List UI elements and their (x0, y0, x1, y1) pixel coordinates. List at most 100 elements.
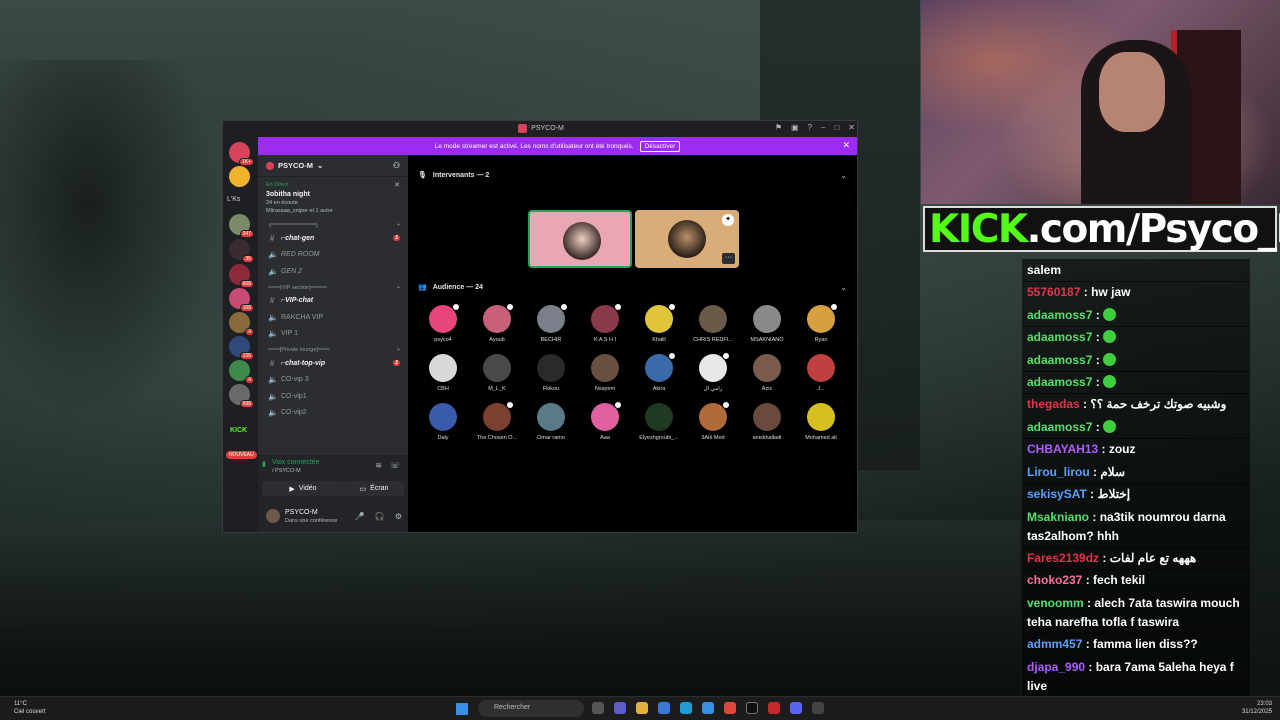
audience-member[interactable]: Elyeshgroubi_... (632, 403, 686, 441)
server-icon-9[interactable]: 598 (229, 384, 254, 408)
audience-member[interactable]: Ryan (794, 303, 848, 343)
channel-chat-gen[interactable]: # ⌐chat-gen 1 (258, 230, 408, 247)
edge-icon[interactable] (680, 702, 692, 714)
app-icon-gray[interactable] (812, 702, 824, 714)
audience-member[interactable]: 3Alé Med (686, 401, 740, 441)
server-label-lks[interactable]: L'Ks (227, 196, 240, 203)
chat-username[interactable]: Lirou_lirou (1027, 465, 1090, 479)
channel-vip-1[interactable]: 🔈 VIP 1 (258, 326, 408, 343)
audience-member[interactable]: Aaa (578, 401, 632, 441)
audience-member[interactable]: J... (794, 354, 848, 392)
category-1[interactable]: ╔═══════════╗ + (258, 217, 408, 230)
channel-gen-2[interactable]: 🔈 GEN 2 (258, 263, 408, 280)
speaker-tile-1[interactable] (528, 210, 632, 268)
chat-username[interactable]: CHBAYAH13 (1027, 442, 1098, 456)
inbox-icon[interactable]: ⚑ (775, 123, 782, 132)
add-icon[interactable]: + (397, 222, 400, 228)
close-button[interactable]: ✕ (848, 123, 855, 132)
gear-icon[interactable]: ⚙ (395, 512, 402, 521)
teams-icon[interactable] (614, 702, 626, 714)
add-icon[interactable]: + (397, 347, 400, 353)
speaker-tile-2[interactable]: ✦ ··· (635, 210, 739, 268)
audience-member[interactable]: Khalil (632, 303, 686, 343)
audience-member[interactable]: Daly (416, 403, 470, 441)
audience-member[interactable]: Omar ramo (524, 403, 578, 441)
server-label-kick[interactable]: KICK (230, 427, 247, 434)
maximize-button[interactable]: □ (834, 123, 839, 132)
server-icon-1[interactable] (229, 166, 250, 187)
server-header[interactable]: PSYCO-M ⌄ ⚇ (258, 155, 408, 177)
mail-icon[interactable] (702, 702, 714, 714)
invite-icon[interactable]: ⚇ (393, 161, 400, 170)
server-icon-8[interactable]: 4 (229, 360, 254, 384)
channel-red-room[interactable]: 🔈 RED ROOM (258, 247, 408, 264)
chat-username[interactable]: adaamoss7 (1027, 420, 1092, 434)
chat-username[interactable]: adaamoss7 (1027, 330, 1092, 344)
audience-member[interactable]: K A S H I (578, 303, 632, 343)
server-icon-4[interactable]: 608 (229, 264, 254, 288)
noise-icon[interactable]: ≋ (375, 461, 382, 470)
stage-event[interactable]: En Direct ✕ 3obitha night 24 en écoute M… (258, 177, 408, 217)
clock[interactable]: 23:03 31/12/2025 (1236, 700, 1272, 716)
audience-member[interactable]: Nsayem (578, 354, 632, 392)
chat-username[interactable]: sekisySAT (1027, 487, 1087, 501)
add-icon[interactable]: + (397, 285, 400, 291)
audience-member[interactable]: MSAKNIANO (740, 305, 794, 343)
discord-icon[interactable] (790, 702, 802, 714)
weather-widget[interactable]: 11°C Ciel couvert (14, 700, 46, 716)
chevron-down-icon[interactable]: ⌄ (840, 283, 847, 292)
channel-co-vip-1[interactable]: 🔈 CO-vip1 (258, 388, 408, 405)
chat-username[interactable]: adaamoss7 (1027, 375, 1092, 389)
chat-username[interactable]: choko237 (1027, 573, 1082, 587)
microphone-icon[interactable]: 🎤 (355, 512, 365, 521)
channel-vip-chat[interactable]: # ⌐VIP-chat (258, 293, 408, 310)
video-button[interactable]: ▶ Vidéo (262, 481, 344, 496)
channel-rakcha-vip[interactable]: 🔈 RAKCHA VIP (258, 309, 408, 326)
channel-co-vip-3[interactable]: 🔈 CO-vip 3 (258, 372, 408, 389)
chat-username[interactable]: adaamoss7 (1027, 353, 1092, 367)
more-options-icon[interactable]: ··· (722, 253, 735, 264)
channel-top-vip[interactable]: # ⌐chat-top-vip 1 (258, 355, 408, 372)
chevron-down-icon[interactable]: ⌄ (840, 171, 847, 180)
server-icon-6[interactable]: 4 (229, 312, 254, 336)
chrome-icon[interactable] (724, 702, 736, 714)
disable-streamer-button[interactable]: Désactiver (639, 140, 681, 152)
server-icon-home[interactable]: 1K+ (229, 142, 254, 166)
screen-share-button[interactable]: ▭ Écran (344, 481, 404, 496)
server-icon-3[interactable]: 35 (229, 239, 254, 263)
chat-username[interactable]: thegadas (1027, 397, 1080, 411)
audience-member[interactable]: Aziz (740, 354, 794, 392)
chat-username[interactable]: djapa_990 (1027, 660, 1085, 674)
screen-icon[interactable]: ▣ (791, 123, 799, 132)
channel-co-vip-2[interactable]: 🔈 CO-vip2 (258, 405, 408, 422)
audience-member[interactable]: رامي ال (686, 352, 740, 392)
server-icon-2[interactable]: 347 (229, 214, 254, 238)
headphones-icon[interactable]: 🎧 (375, 512, 385, 521)
audience-member[interactable]: Ayoub (470, 303, 524, 343)
avatar[interactable] (266, 509, 280, 523)
voice-status[interactable]: Voix connectée (272, 459, 319, 466)
help-icon[interactable]: ? (808, 123, 812, 132)
minimize-button[interactable]: – (821, 123, 825, 132)
app-icon-red[interactable] (768, 702, 780, 714)
chat-username[interactable]: Fares2139dz (1027, 551, 1099, 565)
audience-member[interactable]: Fkikou (524, 354, 578, 392)
category-vip[interactable]: ═══(VIP section)════ + (258, 280, 408, 293)
chat-username[interactable]: Msakniano (1027, 510, 1089, 524)
disconnect-icon[interactable]: ☏ (390, 461, 400, 470)
audience-member[interactable]: CBH (416, 354, 470, 392)
chat-username[interactable]: admm457 (1027, 637, 1082, 651)
audience-member[interactable]: Akira (632, 352, 686, 392)
audience-member[interactable]: CHRIS REDFI... (686, 305, 740, 343)
obs-icon[interactable] (746, 702, 758, 714)
task-view-icon[interactable] (592, 702, 604, 714)
server-icon-5[interactable]: 108 (229, 288, 254, 312)
audience-member[interactable]: The Chosen O... (470, 401, 524, 441)
audience-member[interactable]: M_L_K (470, 354, 524, 392)
start-icon[interactable] (456, 703, 468, 715)
audience-member[interactable]: BECHIR (524, 303, 578, 343)
chat-username[interactable]: 55760187 (1027, 285, 1080, 299)
search-box[interactable]: Rechercher (478, 700, 584, 717)
chat-username[interactable]: venoomm (1027, 596, 1084, 610)
category-private[interactable]: ═══[Private lounge]═══ + (258, 342, 408, 355)
